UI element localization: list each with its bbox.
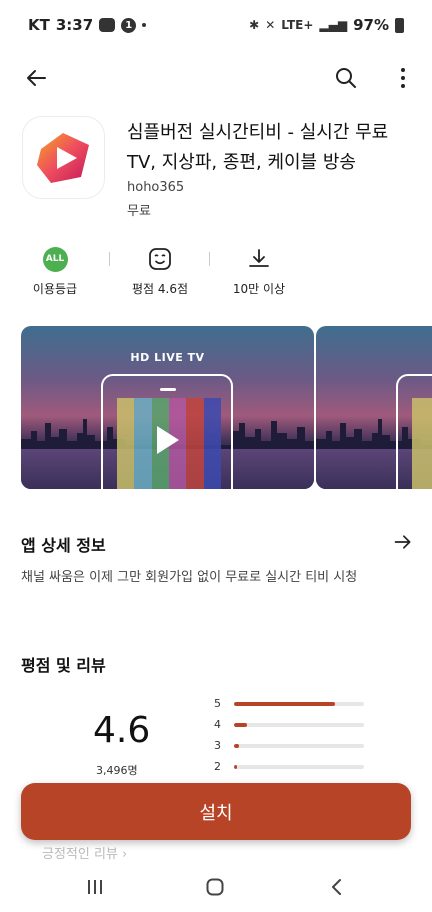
rating-bar-row: 5 [214,697,374,711]
back-button[interactable] [12,54,60,102]
age-rating-label: 이용등급 [32,282,78,296]
more-notifications-icon [142,23,147,27]
rating-score: 4.6 [93,710,151,751]
network-label: LTE+ [281,18,314,32]
message-icon [99,18,116,32]
age-rating-item[interactable]: ALL 이용등급 [0,242,110,297]
back-nav-button[interactable] [316,874,356,900]
install-button[interactable]: 설치 [21,783,411,840]
app-icon [22,116,105,199]
search-button[interactable] [322,54,370,102]
rating-bar-row: 2 [214,760,374,774]
screenshot-caption: HD LIVE TV [130,351,205,364]
chevron-right-icon: › [122,847,128,862]
play-icon [157,426,179,454]
rating-bar-track [234,765,364,769]
arrow-left-icon [27,70,46,86]
rating-star-label: 3 [214,739,221,752]
downloads-item[interactable]: 10만 이상 [204,242,314,297]
chevron-left-icon [332,879,341,895]
more-vert-icon [401,68,405,88]
developer-name[interactable]: hoho365 [127,180,184,195]
rating-bar-track [234,702,364,706]
rating-bar-track [234,723,364,727]
details-title[interactable]: 앱 상세 정보 [21,532,106,556]
recent-apps-button[interactable] [75,874,115,900]
signal-icon: ▂▄▆ [319,18,348,32]
age-rating-badge: ALL [42,246,68,272]
battery-percent: 97% [353,16,389,34]
rating-bar-fill [234,744,240,748]
screenshot-carousel[interactable]: HD LIVE TV HD LIVE TV [21,326,432,490]
notification-count-badge: 1 [121,17,137,33]
home-icon [206,878,224,896]
rating-bar-row: 4 [214,718,374,732]
rating-count: 3,496명 [96,764,138,777]
carrier-label: KT [28,16,50,34]
download-icon [249,249,269,267]
rating-bar-track [234,744,364,748]
time-label: 3:37 [55,16,94,34]
screenshot-2[interactable]: HD LIVE TV [316,326,432,489]
rating-bar-fill [234,702,336,706]
arrow-right-icon [394,535,411,549]
info-row: ALL 이용등급 평점 4.6점 10만 이상 [0,242,432,302]
app-bar [0,54,432,102]
positive-reviews-link[interactable]: 긍정적인 리뷰 › [42,843,127,862]
home-button[interactable] [195,874,235,900]
price-label: 무료 [127,204,151,219]
rating-bar-fill [234,765,237,769]
status-bar: KT 3:37 1 ✱ ✕ LTE+ ▂▄▆ 97% [0,0,432,50]
app-title: 심플버전 실시간티비 - 실시간 무료 TV, 지상파, 종편, 케이블 방송 [127,122,389,173]
navigation-bar [0,862,432,912]
phone-frame-image [396,374,432,489]
search-icon [336,68,356,88]
screenshot-1[interactable]: HD LIVE TV [21,326,314,489]
app-logo-icon [36,132,89,183]
details-arrow-button[interactable] [391,530,415,554]
battery-icon [395,17,404,33]
rating-star-label: 5 [214,697,221,710]
rating-bar-fill [234,723,247,727]
rating-item[interactable]: 평점 4.6점 [105,242,215,297]
rating-label: 평점 4.6점 [131,282,189,296]
recent-apps-icon [88,880,102,894]
smile-icon [149,248,171,270]
rating-star-label: 2 [214,760,221,773]
rating-star-label: 4 [214,718,221,731]
rating-bar-row: 3 [214,739,374,753]
positive-reviews-label: 긍정적인 리뷰 [42,847,118,862]
bluetooth-icon: ✱ [249,18,260,32]
details-description: 채널 싸움은 이제 그만 회원가입 없이 무료로 실시간 티비 시청 [21,570,358,585]
downloads-label: 10만 이상 [232,282,286,296]
mute-icon: ✕ [265,18,276,32]
more-options-button[interactable] [379,54,427,102]
ratings-title: 평점 및 리뷰 [21,656,106,675]
